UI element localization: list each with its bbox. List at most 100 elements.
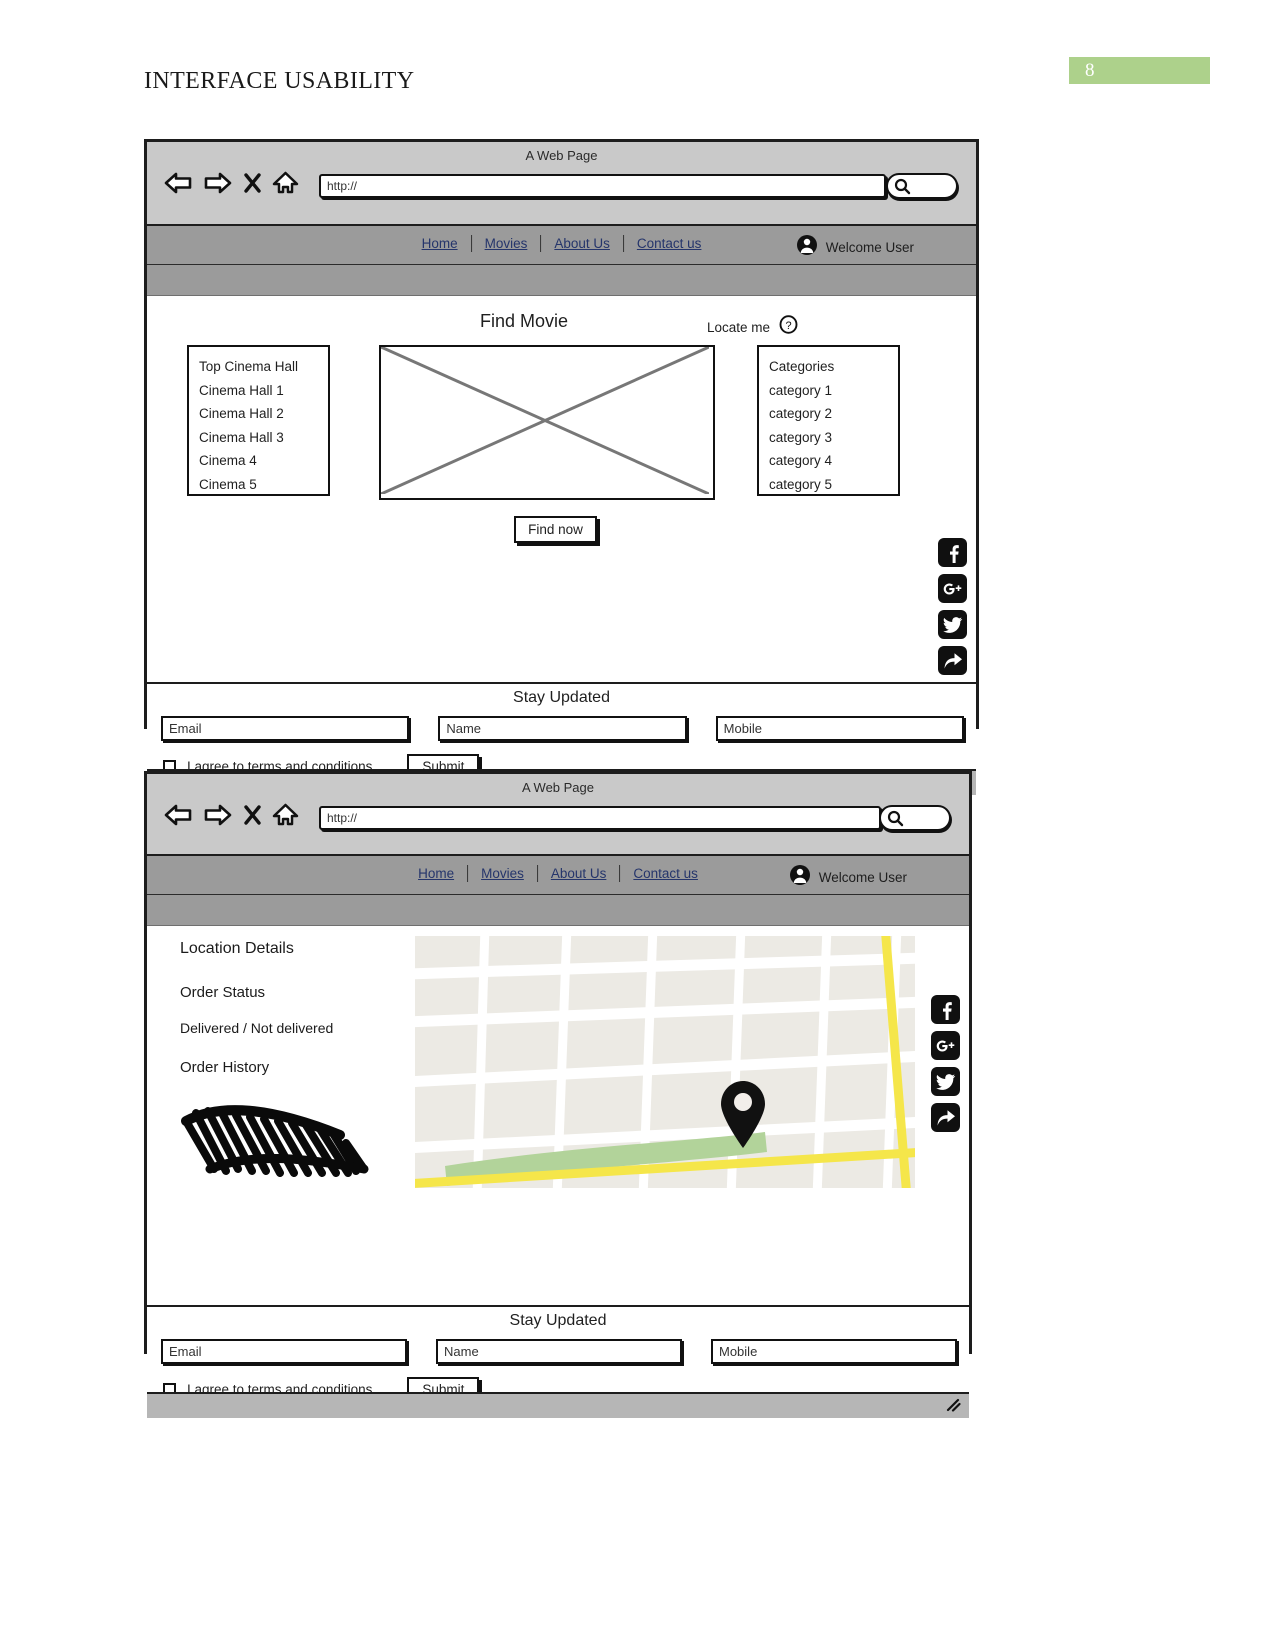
wireframe-find-movie: A Web Page http:// Home Movies About Us … (144, 139, 979, 795)
email-placeholder: Email (169, 1344, 202, 1359)
user-avatar-icon (796, 234, 818, 261)
order-status-heading: Order Status (180, 984, 266, 1001)
home-icon[interactable] (272, 170, 299, 196)
nav-link-home[interactable]: Home (409, 236, 471, 251)
browser-chrome: A Web Page http:// (147, 774, 969, 856)
list-item[interactable]: category 2 (769, 402, 888, 426)
google-plus-icon[interactable] (931, 1031, 960, 1060)
forward-arrow-icon[interactable] (203, 802, 233, 828)
list-item[interactable]: Cinema Hall 1 (199, 379, 318, 403)
order-info-column: Location Details Order Status Delivered … (180, 940, 420, 1182)
browser-window-title: A Web Page (525, 148, 598, 163)
browser-nav-icons (163, 170, 299, 196)
name-placeholder: Name (444, 1344, 479, 1359)
browser-window-title: A Web Page (521, 780, 595, 795)
close-x-icon[interactable] (243, 803, 262, 827)
facebook-icon[interactable] (938, 538, 967, 567)
user-welcome[interactable]: Welcome User (789, 864, 907, 891)
window-bottom-bar (147, 1392, 969, 1418)
stay-updated-form: Stay Updated Email Name Mobile I agree t… (147, 682, 976, 779)
mobile-placeholder: Mobile (723, 721, 762, 736)
forward-arrow-icon[interactable] (203, 170, 233, 196)
browser-chrome: A Web Page http:// (147, 142, 976, 226)
url-value: http:// (327, 811, 358, 825)
welcome-label: Welcome User (825, 240, 914, 255)
email-field[interactable]: Email (161, 1339, 407, 1364)
locate-me-control[interactable]: Locate me ? (707, 315, 798, 339)
list-item: Categories (769, 359, 835, 374)
nav-link-contact-us[interactable]: Contact us (620, 866, 711, 881)
twitter-icon[interactable] (938, 610, 967, 639)
list-item[interactable]: Cinema 4 (199, 449, 318, 473)
user-welcome[interactable]: Welcome User (796, 234, 914, 261)
page-title: INTERFACE USABILITY (144, 68, 415, 94)
facebook-icon[interactable] (931, 995, 960, 1024)
svg-text:?: ? (785, 320, 791, 332)
browser-search-box[interactable] (879, 805, 951, 831)
share-icon[interactable] (938, 646, 967, 675)
list-item[interactable]: Cinema 5 (199, 473, 318, 497)
url-value: http:// (327, 179, 358, 193)
nav-link-about-us[interactable]: About Us (541, 236, 623, 251)
categories-list[interactable]: Categories category 1 category 2 categor… (757, 345, 900, 496)
back-arrow-icon[interactable] (163, 170, 193, 196)
site-navbar: Home Movies About Us Contact us Welcome … (147, 226, 976, 265)
nav-link-contact-us[interactable]: Contact us (624, 236, 715, 251)
find-now-label: Find now (528, 522, 583, 537)
locate-me-label: Locate me (707, 319, 771, 335)
resize-handle[interactable] (946, 1398, 962, 1417)
map-view[interactable] (415, 936, 915, 1188)
secondary-bar (147, 265, 976, 296)
nav-links: Home Movies About Us Contact us (409, 235, 715, 252)
close-x-icon[interactable] (243, 171, 262, 195)
url-input[interactable]: http:// (319, 806, 881, 830)
page-number-value: 8 (1085, 60, 1095, 81)
order-history-heading: Order History (180, 1059, 270, 1076)
help-circle-icon[interactable]: ? (779, 315, 798, 339)
nav-link-movies[interactable]: Movies (472, 236, 541, 251)
wireframe1-body: Find Movie Locate me ? Top Cinema Hall C… (147, 296, 976, 682)
user-avatar-icon (789, 864, 811, 891)
location-details-heading: Location Details (180, 940, 294, 957)
list-item[interactable]: Top Cinema Hall (199, 355, 318, 379)
browser-nav-icons (163, 802, 299, 828)
list-item[interactable]: Cinema Hall 2 (199, 402, 318, 426)
wireframe-order-tracking: A Web Page http:// Home Movies About Us … (144, 771, 972, 1418)
find-movie-heading: Find Movie (480, 311, 569, 331)
google-plus-icon[interactable] (938, 574, 967, 603)
twitter-icon[interactable] (931, 1067, 960, 1096)
image-placeholder (379, 345, 715, 500)
social-links (931, 995, 960, 1132)
find-now-button[interactable]: Find now (514, 516, 597, 543)
nav-links: Home Movies About Us Contact us (405, 865, 711, 882)
home-icon[interactable] (272, 802, 299, 828)
list-item[interactable]: category 3 (769, 426, 888, 450)
share-icon[interactable] (931, 1103, 960, 1132)
name-field[interactable]: Name (436, 1339, 682, 1364)
magnifier-icon (887, 810, 904, 832)
mobile-field[interactable]: Mobile (711, 1339, 957, 1364)
mobile-field[interactable]: Mobile (715, 716, 964, 741)
wireframe2-body: Location Details Order Status Delivered … (147, 926, 969, 1305)
stay-updated-heading: Stay Updated (509, 1312, 607, 1329)
stay-updated-heading: Stay Updated (513, 689, 610, 706)
secondary-bar (147, 895, 969, 926)
page-number-badge: 8 (1069, 57, 1210, 84)
scribble-placeholder (180, 1095, 420, 1182)
form-fields-row: Email Name Mobile (161, 1339, 957, 1364)
list-item[interactable]: category 1 (769, 379, 888, 403)
nav-link-about-us[interactable]: About Us (538, 866, 620, 881)
browser-search-box[interactable] (886, 173, 958, 199)
cinema-hall-list[interactable]: Top Cinema Hall Cinema Hall 1 Cinema Hal… (187, 345, 330, 496)
nav-link-home[interactable]: Home (405, 866, 467, 881)
list-item[interactable]: category 5 (769, 473, 888, 497)
list-item[interactable]: category 4 (769, 449, 888, 473)
stay-updated-form: Stay Updated Email Name Mobile I agree t… (147, 1305, 969, 1402)
site-navbar: Home Movies About Us Contact us Welcome … (147, 856, 969, 895)
list-item[interactable]: Cinema Hall 3 (199, 426, 318, 450)
url-input[interactable]: http:// (319, 174, 886, 198)
name-field[interactable]: Name (438, 716, 687, 741)
email-field[interactable]: Email (161, 716, 410, 741)
nav-link-movies[interactable]: Movies (468, 866, 537, 881)
back-arrow-icon[interactable] (163, 802, 193, 828)
